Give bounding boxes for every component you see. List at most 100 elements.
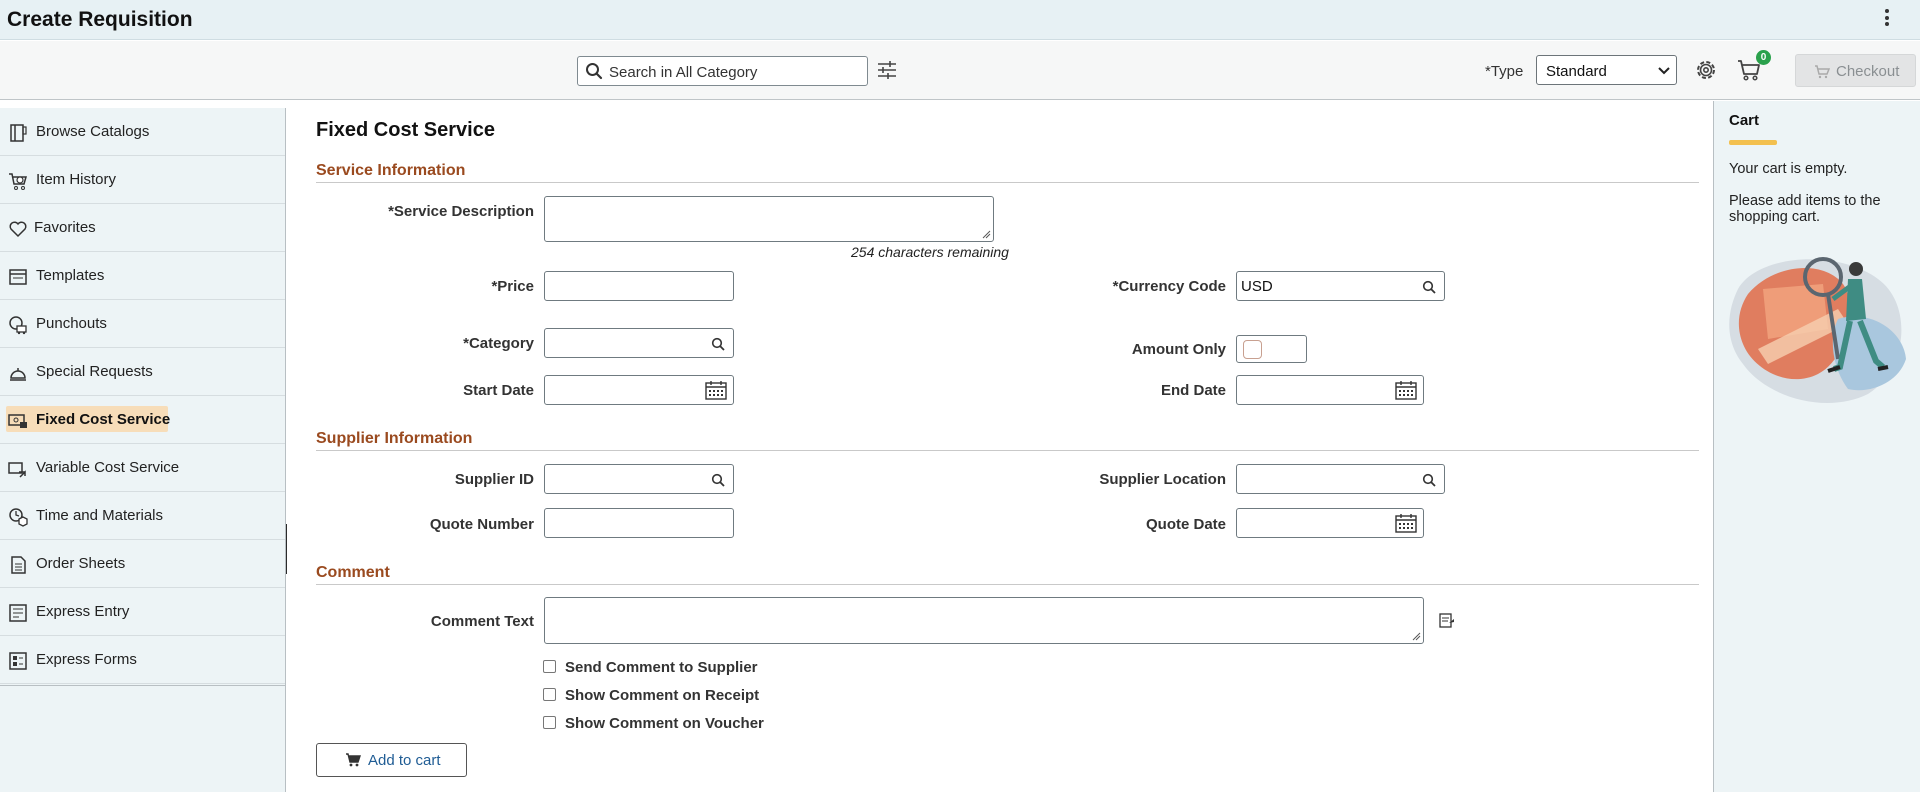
sidebar-item-label: Order Sheets [36,555,126,572]
type-select[interactable]: Standard [1536,55,1677,85]
toolbar: Search in All Category *Type Standard 0 … [0,41,1920,100]
resize-grip-icon [982,230,991,239]
sidebar-item-label: Punchouts [36,315,107,332]
sidebar-item-variable-cost-service[interactable]: Variable Cost Service [0,444,285,492]
search-placeholder: Search in All Category [609,64,758,81]
amount-only-label: Amount Only [1131,341,1226,358]
sidebar-item-order-sheets[interactable]: Order Sheets [0,540,285,588]
sidebar-item-label: Special Requests [36,363,153,380]
calendar-icon[interactable] [1395,513,1417,533]
standard-comments-icon[interactable] [1439,613,1455,629]
type-select-value: Standard [1546,63,1607,80]
sidebar-item-label: Express Forms [36,651,137,668]
section-supplier-information: Supplier Information [316,430,1699,451]
search-icon[interactable] [1422,473,1436,487]
start-date-field[interactable] [544,375,734,405]
sidebar-fill [0,686,286,792]
end-date-field[interactable] [1236,375,1424,405]
end-date-label: End Date [1160,382,1226,399]
cart-empty-text: Your cart is empty. [1729,161,1848,177]
show-receipt-label: Show Comment on Receipt [565,687,760,704]
supplier-location-label: Supplier Location [1099,471,1226,488]
characters-remaining: 254 characters remaining [851,244,1009,260]
type-label: *Type [1485,63,1524,80]
comment-text-label: Comment Text [430,613,534,630]
sidebar-item-fixed-cost-service[interactable]: Fixed Cost Service [0,396,285,444]
add-to-cart-button[interactable]: Add to cart [316,743,467,777]
sidebar-item-label: Variable Cost Service [36,459,180,476]
catalog-icon [10,124,27,142]
cart-count-badge: 0 [1756,50,1771,65]
show-receipt-checkbox[interactable] [543,688,556,701]
supplier-id-label: Supplier ID [454,471,534,488]
category-field[interactable] [544,328,734,358]
page-title: Fixed Cost Service [316,119,495,141]
search-icon[interactable] [711,337,725,351]
price-label: *Price [491,278,534,295]
show-voucher-checkbox[interactable] [543,716,556,729]
sidebar-item-label: Browse Catalogs [36,123,150,140]
gear-icon[interactable] [1695,59,1717,81]
calendar-icon[interactable] [1395,380,1417,400]
sidebar-item-label: Fixed Cost Service [36,411,171,428]
sidebar-item-punchouts[interactable]: Punchouts [0,300,285,348]
calendar-icon[interactable] [705,380,727,400]
supplier-location-field[interactable] [1236,464,1445,494]
time-materials-icon [9,508,28,527]
sidebar: Browse Catalogs Item History Favorites T… [0,108,286,686]
sidebar-item-label: Templates [36,267,105,284]
cart-panel: Cart Your cart is empty. Please add item… [1713,101,1920,792]
sidebar-item-express-entry[interactable]: Express Entry [0,588,285,636]
supplier-id-field[interactable] [544,464,734,494]
resize-grip-icon [1412,632,1421,641]
bell-icon [10,368,26,381]
express-entry-icon [9,604,27,622]
cart-history-icon [9,173,27,190]
page-title-banner: Create Requisition [7,8,193,31]
send-comment-label: Send Comment to Supplier [565,659,758,676]
checkout-button[interactable]: Checkout [1795,54,1916,87]
cart-title: Cart [1729,112,1760,129]
filter-sliders-icon[interactable] [877,61,897,79]
currency-code-label: *Currency Code [1112,278,1226,295]
quote-number-label: Quote Number [429,516,534,533]
sidebar-item-time-and-materials[interactable]: Time and Materials [0,492,285,540]
section-service-information: Service Information [316,162,1699,183]
more-actions-icon[interactable] [1884,9,1890,29]
order-sheet-icon [11,556,26,574]
express-forms-icon [9,652,27,670]
service-description-field[interactable] [544,196,994,242]
category-label: *Category [463,335,534,352]
sidebar-item-label: Favorites [34,219,96,236]
punchout-icon [9,316,27,335]
quote-number-field[interactable] [544,508,734,538]
sidebar-item-browse-catalogs[interactable]: Browse Catalogs [0,108,285,156]
sidebar-item-templates[interactable]: Templates [0,252,285,300]
cart-small-icon [1815,65,1830,79]
sidebar-item-favorites[interactable]: Favorites [0,204,285,252]
search-icon[interactable] [1422,280,1436,294]
currency-code-field[interactable]: USD [1236,271,1445,301]
amount-only-toggle[interactable] [1236,335,1307,363]
quote-date-label: Quote Date [1145,516,1226,533]
page-banner: Create Requisition [0,0,1920,40]
send-comment-checkbox[interactable] [543,660,556,673]
empty-cart-illustration [1729,257,1906,403]
checkout-label: Checkout [1836,63,1900,80]
cart-message: Please add items to the shopping cart. [1729,193,1881,225]
section-comment: Comment [316,564,1699,585]
quote-date-field[interactable] [1236,508,1424,538]
service-description-label: *Service Description [388,203,534,220]
sidebar-item-special-requests[interactable]: Special Requests [0,348,285,396]
sidebar-item-express-forms[interactable]: Express Forms [0,636,285,684]
sidebar-item-label: Express Entry [36,603,130,620]
variable-cost-icon [8,462,26,478]
comment-text-field[interactable] [544,597,1424,644]
search-icon[interactable] [711,473,725,487]
price-field[interactable] [544,271,734,301]
cart-title-underline [1729,140,1777,145]
show-voucher-label: Show Comment on Voucher [565,715,764,732]
sidebar-item-item-history[interactable]: Item History [0,156,285,204]
search-input[interactable]: Search in All Category [577,56,868,86]
template-icon [9,269,27,285]
